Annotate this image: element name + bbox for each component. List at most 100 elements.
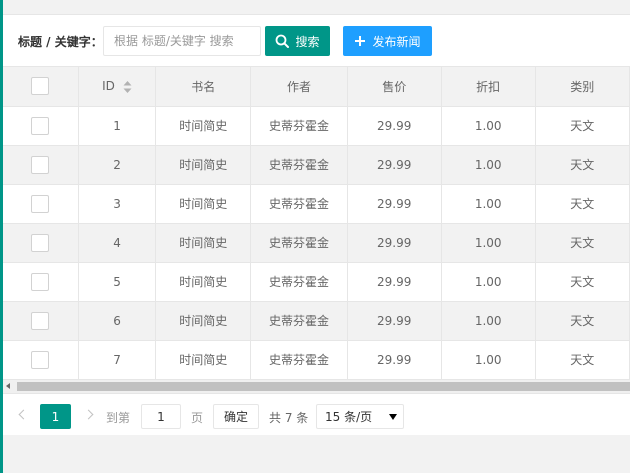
cell-category: 天文	[535, 301, 630, 341]
cell-discount: 1.00	[441, 184, 536, 224]
row-select-cell	[3, 184, 79, 224]
search-label: 标题 / 关键字：	[18, 35, 103, 49]
cell-title: 时间简史	[155, 145, 252, 185]
content-panel: 标题 / 关键字： 搜索 发布新闻	[3, 14, 630, 435]
cell-author: 史蒂芬霍金	[250, 106, 348, 146]
cell-category: 天文	[535, 223, 630, 263]
row-select-cell	[3, 106, 79, 146]
cell-category: 天文	[535, 106, 630, 146]
cell-author: 史蒂芬霍金	[250, 145, 348, 185]
table-body: 1 时间简史 史蒂芬霍金 29.99 1.00 天文 2 时间简史 史蒂芬霍金 29.99 1.00…	[3, 106, 630, 379]
total-count: 共 7 条	[269, 411, 309, 425]
cell-discount: 1.00	[441, 145, 536, 185]
column-header-id[interactable]: ID	[78, 67, 157, 107]
cell-id: 3	[78, 184, 157, 224]
cell-price: 29.99	[347, 184, 442, 224]
page-size-select[interactable]: 15 条/页	[316, 404, 404, 429]
table-row[interactable]: 6 时间简史 史蒂芬霍金 29.99 1.00 天文	[3, 301, 630, 341]
cell-discount: 1.00	[441, 262, 536, 302]
cell-title: 时间简史	[155, 223, 252, 263]
cell-discount: 1.00	[441, 301, 536, 341]
cell-id: 1	[78, 106, 157, 146]
sort-icon[interactable]	[123, 80, 132, 94]
cell-discount: 1.00	[441, 223, 536, 263]
goto-page-input[interactable]	[141, 404, 181, 429]
table-row[interactable]: 1 时间简史 史蒂芬霍金 29.99 1.00 天文	[3, 106, 630, 146]
cell-category: 天文	[535, 262, 630, 302]
column-header-price: 售价	[347, 67, 442, 107]
goto-label: 到第	[106, 411, 131, 425]
cell-author: 史蒂芬霍金	[250, 262, 348, 302]
cell-id: 2	[78, 145, 157, 185]
row-select-cell	[3, 145, 79, 185]
cell-author: 史蒂芬霍金	[250, 340, 348, 379]
search-button[interactable]: 搜索	[265, 26, 330, 56]
row-checkbox[interactable]	[31, 311, 50, 330]
cell-title: 时间简史	[155, 262, 252, 302]
column-header-title: 书名	[155, 67, 252, 107]
column-header-category: 类别	[535, 67, 630, 107]
pagination: 1 到第 页 确定 共 7 条 15 条/页	[3, 393, 630, 435]
row-select-cell	[3, 340, 79, 379]
cell-price: 29.99	[347, 145, 442, 185]
search-input[interactable]	[103, 26, 261, 56]
prev-page-icon[interactable]	[18, 409, 29, 420]
cell-category: 天文	[535, 184, 630, 224]
row-checkbox[interactable]	[31, 155, 50, 174]
add-news-button-label: 发布新闻	[372, 34, 421, 49]
page-size-value: 15 条/页	[325, 410, 373, 424]
page: 标题 / 关键字： 搜索 发布新闻	[0, 0, 630, 473]
row-select-cell	[3, 223, 79, 263]
select-all-checkbox[interactable]	[31, 77, 50, 96]
row-checkbox[interactable]	[31, 194, 50, 213]
cell-discount: 1.00	[441, 340, 536, 379]
caret-down-icon	[389, 414, 397, 420]
search-button-label: 搜索	[295, 34, 320, 49]
cell-price: 29.99	[347, 106, 442, 146]
column-header-label: ID	[102, 79, 115, 93]
current-page-button[interactable]: 1	[40, 404, 71, 429]
cell-category: 天文	[535, 145, 630, 185]
cell-title: 时间简史	[155, 184, 252, 224]
cell-author: 史蒂芬霍金	[250, 223, 348, 263]
row-select-cell	[3, 301, 79, 341]
plus-icon	[355, 36, 366, 46]
table-row[interactable]: 2 时间简史 史蒂芬霍金 29.99 1.00 天文	[3, 145, 630, 185]
confirm-button[interactable]: 确定	[213, 404, 259, 429]
scroll-left-icon[interactable]	[6, 383, 10, 389]
cell-id: 4	[78, 223, 157, 263]
table-row[interactable]: 4 时间简史 史蒂芬霍金 29.99 1.00 天文	[3, 223, 630, 263]
select-all-cell	[3, 67, 79, 107]
table-container: ID 书名 作者 售价 折扣 类别 1 时间简史 史蒂芬霍金 29.99 1.00 天文 2…	[3, 66, 630, 379]
cell-title: 时间简史	[155, 340, 252, 379]
column-header-discount: 折扣	[441, 67, 536, 107]
cell-price: 29.99	[347, 301, 442, 341]
news-table: ID 书名 作者 售价 折扣 类别 1 时间简史 史蒂芬霍金 29.99 1.00 天文 2…	[3, 67, 630, 379]
cell-price: 29.99	[347, 340, 442, 379]
cell-discount: 1.00	[441, 106, 536, 146]
cell-id: 7	[78, 340, 157, 379]
search-icon	[276, 34, 290, 48]
row-checkbox[interactable]	[31, 116, 50, 135]
cell-author: 史蒂芬霍金	[250, 184, 348, 224]
page-label: 页	[191, 411, 204, 425]
cell-id: 5	[78, 262, 157, 302]
column-header-author: 作者	[250, 67, 348, 107]
cell-title: 时间简史	[155, 301, 252, 341]
row-checkbox[interactable]	[31, 233, 50, 252]
table-row[interactable]: 7 时间简史 史蒂芬霍金 29.99 1.00 天文	[3, 340, 630, 379]
row-checkbox[interactable]	[31, 350, 50, 369]
cell-author: 史蒂芬霍金	[250, 301, 348, 341]
cell-title: 时间简史	[155, 106, 252, 146]
scrollbar-thumb[interactable]	[17, 382, 630, 391]
cell-price: 29.99	[347, 262, 442, 302]
add-news-button[interactable]: 发布新闻	[343, 26, 432, 56]
table-header-row: ID 书名 作者 售价 折扣 类别	[3, 67, 630, 107]
table-row[interactable]: 5 时间简史 史蒂芬霍金 29.99 1.00 天文	[3, 262, 630, 302]
cell-id: 6	[78, 301, 157, 341]
next-page-icon[interactable]	[83, 409, 94, 420]
horizontal-scrollbar[interactable]	[3, 379, 630, 393]
row-select-cell	[3, 262, 79, 302]
table-row[interactable]: 3 时间简史 史蒂芬霍金 29.99 1.00 天文	[3, 184, 630, 224]
row-checkbox[interactable]	[31, 272, 50, 291]
